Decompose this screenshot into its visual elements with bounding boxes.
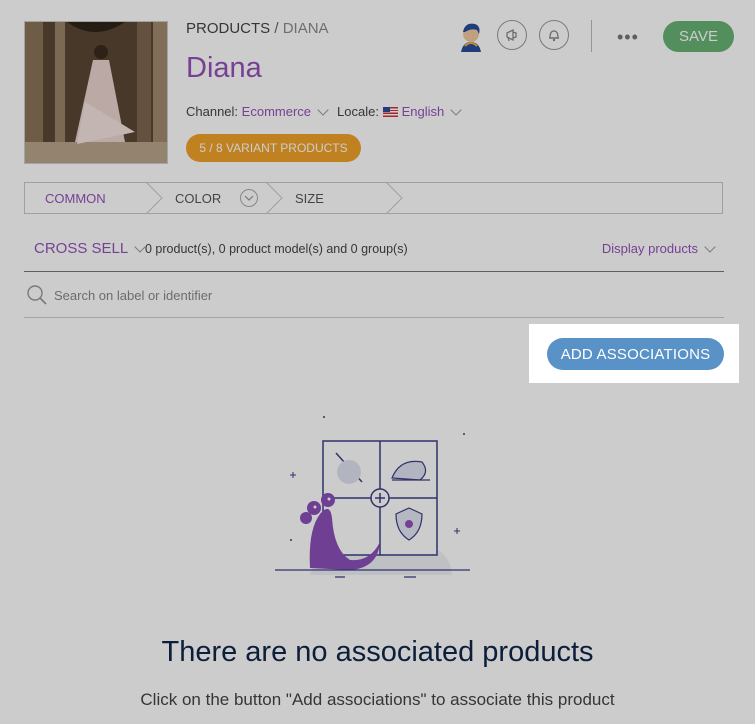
megaphone-icon[interactable] xyxy=(497,20,527,50)
locale-label: Locale: xyxy=(337,104,379,119)
association-type-selector[interactable]: CROSS SELL xyxy=(34,240,154,257)
breadcrumb-separator: / xyxy=(274,20,279,37)
association-type-label: CROSS SELL xyxy=(34,240,129,257)
empty-state-title: There are no associated products xyxy=(161,636,594,668)
association-type-bar: CROSS SELL 0 product(s), 0 product model… xyxy=(24,232,724,272)
header-divider xyxy=(591,20,592,52)
channel-label: Channel: xyxy=(186,104,239,119)
breadcrumb-current: DIANA xyxy=(282,20,329,37)
display-products-toggle[interactable]: Display products xyxy=(601,241,716,256)
tab-color[interactable]: COLOR xyxy=(175,183,259,213)
tab-separator xyxy=(385,182,403,214)
empty-associations-illustration xyxy=(275,416,470,578)
save-button[interactable]: SAVE xyxy=(663,21,734,52)
search-bar xyxy=(24,272,724,318)
bell-icon[interactable] xyxy=(539,20,569,50)
add-associations-button[interactable]: ADD ASSOCIATIONS xyxy=(547,338,724,370)
us-flag-icon xyxy=(382,106,398,117)
chevron-down-icon[interactable] xyxy=(450,104,462,116)
variant-products-badge[interactable]: 5 / 8 VARIANT PRODUCTS xyxy=(186,134,361,162)
context-switchers: Channel: Ecommerce Locale: English xyxy=(186,104,470,119)
tab-separator xyxy=(265,182,283,214)
tab-common[interactable]: COMMON xyxy=(45,183,106,213)
chevron-circle-icon[interactable] xyxy=(240,189,259,207)
search-icon xyxy=(27,285,47,305)
display-products-label: Display products xyxy=(601,241,698,256)
spotlight-highlight: ADD ASSOCIATIONS xyxy=(529,324,739,383)
attribute-group-tabs: COMMON COLOR SIZE xyxy=(24,182,723,214)
locale-selector[interactable]: English xyxy=(402,104,445,119)
tab-separator xyxy=(145,182,163,214)
search-input[interactable] xyxy=(52,284,656,306)
tab-size[interactable]: SIZE xyxy=(295,183,324,213)
chevron-down-icon[interactable] xyxy=(317,104,329,116)
breadcrumb: PRODUCTS / DIANA xyxy=(186,20,329,37)
tab-common-label: COMMON xyxy=(45,190,106,206)
channel-selector[interactable]: Ecommerce xyxy=(242,104,311,119)
association-count: 0 product(s), 0 product model(s) and 0 g… xyxy=(145,242,408,256)
product-image[interactable] xyxy=(24,21,168,164)
more-options-icon[interactable]: ••• xyxy=(617,27,639,48)
page-title: Diana xyxy=(186,52,262,84)
empty-state-subtitle: Click on the button "Add associations" t… xyxy=(140,690,615,709)
tab-size-label: SIZE xyxy=(295,190,324,206)
tab-color-label: COLOR xyxy=(175,190,222,206)
user-avatar-icon[interactable] xyxy=(455,20,487,57)
breadcrumb-products[interactable]: PRODUCTS xyxy=(186,20,270,37)
chevron-down-icon xyxy=(704,241,716,253)
